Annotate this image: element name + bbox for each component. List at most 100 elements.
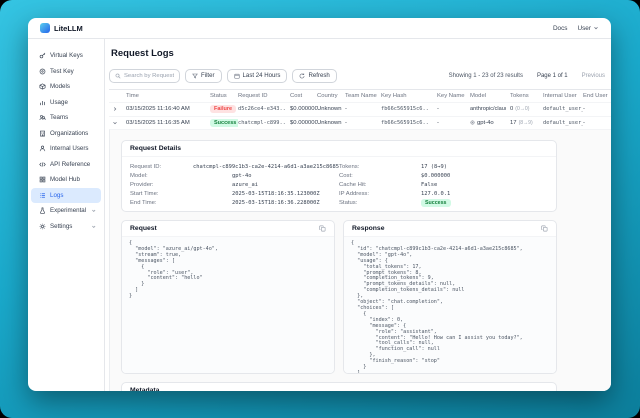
- sidebar-item-logs[interactable]: Logs: [31, 188, 101, 204]
- chevron-down-icon: [91, 208, 97, 214]
- sidebar-item-label: Internal Users: [50, 145, 89, 152]
- key-icon: [39, 52, 46, 59]
- search-icon: [115, 73, 121, 79]
- sidebar-item-settings[interactable]: Settings: [31, 219, 101, 235]
- status-badge: Success: [210, 119, 238, 127]
- sidebar-item-label: Test Key: [50, 68, 74, 75]
- sidebar-item-api-reference[interactable]: API Reference: [31, 157, 101, 173]
- user-icon: [39, 145, 46, 152]
- sidebar: Virtual Keys Test Key Models Usage Teams: [28, 39, 105, 391]
- field-label: Request ID:: [130, 164, 193, 170]
- field-value-cache-hit: False: [421, 182, 437, 188]
- column-header-team-name: Team Name: [345, 93, 381, 99]
- sidebar-item-usage[interactable]: Usage: [31, 95, 101, 111]
- sidebar-item-test-key[interactable]: Test Key: [31, 64, 101, 80]
- response-panel-title: Response: [352, 225, 384, 232]
- cell-cost: $0.000000: [290, 106, 317, 112]
- cell-model: anthropic/claude-...: [470, 106, 506, 112]
- request-panel: Request { "model": "azure_ai/gpt-4o", "s…: [121, 220, 335, 374]
- metadata-title: Metadata: [130, 387, 159, 391]
- copy-icon[interactable]: [541, 225, 548, 232]
- sidebar-item-model-hub[interactable]: Model Hub: [31, 172, 101, 188]
- request-panel-title: Request: [130, 225, 157, 232]
- request-details-card: Request Details Request ID:chatcmpl-c899…: [121, 140, 557, 212]
- user-menu-label: User: [578, 25, 592, 32]
- chevron-down-icon: [91, 224, 97, 230]
- cell-internal-user: default_user_id: [543, 106, 583, 112]
- cell-end-user: -: [583, 120, 611, 126]
- cube-icon: [39, 83, 46, 90]
- model-provider-icon: [470, 120, 475, 125]
- sidebar-item-teams[interactable]: Teams: [31, 110, 101, 126]
- field-label: Cache Hit:: [339, 182, 421, 188]
- bar-chart-icon: [39, 99, 46, 106]
- cell-model: gpt-4o: [477, 120, 494, 126]
- chevron-down-icon: [593, 25, 599, 31]
- sidebar-item-label: Experimental: [50, 207, 86, 214]
- cell-request-id: d5c26ce4-e343..: [238, 106, 290, 112]
- cell-tokens: 0(0→0): [510, 106, 543, 112]
- brand: LiteLLM: [40, 23, 83, 33]
- column-header-tokens: Tokens: [510, 93, 543, 99]
- filter-icon: [192, 73, 198, 79]
- calendar-icon: [234, 73, 240, 79]
- filter-button[interactable]: Filter: [185, 69, 222, 83]
- sidebar-item-organizations[interactable]: Organizations: [31, 126, 101, 142]
- sidebar-item-label: Models: [50, 83, 70, 90]
- field-value-start-time: 2025-03-15T18:16:35.123000Z: [232, 191, 320, 197]
- table-row-expanded[interactable]: 03/15/2025 11:16:35 AM Success chatcmpl-…: [109, 116, 611, 130]
- brand-name: LiteLLM: [54, 24, 83, 33]
- log-controls: Filter Last 24 Hours Refresh Showing 1 -…: [109, 68, 611, 83]
- previous-page-button[interactable]: Previous: [582, 73, 605, 79]
- table-row[interactable]: 03/15/2025 11:16:40 AM Failure d5c26ce4-…: [109, 102, 611, 116]
- column-header-status: Status: [210, 93, 238, 99]
- cell-cost: $0.000000: [290, 120, 317, 126]
- page-indicator: Page 1 of 1: [537, 73, 568, 79]
- field-label: Status:: [339, 200, 421, 206]
- field-value-request-id: chatcmpl-c899c1b3-ca2e-4214-a6d1-a3ae215…: [193, 164, 339, 170]
- gear-icon: [39, 223, 46, 230]
- field-label: Tokens:: [339, 164, 421, 170]
- request-logs-table: Time Status Request ID Cost Country Team…: [109, 89, 611, 129]
- sidebar-item-models[interactable]: Models: [31, 79, 101, 95]
- filter-button-label: Filter: [201, 72, 215, 79]
- search-box[interactable]: [109, 69, 180, 83]
- cell-internal-user: default_user_id: [543, 120, 583, 126]
- cell-key-name: -: [437, 106, 470, 112]
- copy-icon[interactable]: [319, 225, 326, 232]
- sidebar-item-label: Organizations: [50, 130, 88, 137]
- docs-link[interactable]: Docs: [553, 25, 568, 32]
- column-header-request-id: Request ID: [238, 93, 290, 99]
- sidebar-item-experimental[interactable]: Experimental: [31, 203, 101, 219]
- field-value-cost: $0.000000: [421, 173, 450, 179]
- request-json: { "model": "azure_ai/gpt-4o", "stream": …: [122, 237, 334, 373]
- sidebar-item-label: Usage: [50, 99, 68, 106]
- main-content: Request Logs Filter Last 24 Hours: [105, 39, 611, 391]
- search-input[interactable]: [124, 73, 174, 79]
- litellm-app-window: LiteLLM Docs User Virtual Keys Test Ke: [28, 18, 611, 391]
- field-label: Start Time:: [130, 191, 232, 197]
- metadata-card: Metadata: [121, 382, 557, 391]
- page-title: Request Logs: [111, 48, 611, 59]
- expand-row-icon[interactable]: [112, 106, 126, 112]
- column-header-model: Model: [470, 93, 510, 99]
- desktop-background: LiteLLM Docs User Virtual Keys Test Ke: [0, 0, 640, 418]
- field-label: Cost:: [339, 173, 421, 179]
- grid-icon: [39, 176, 46, 183]
- field-value-provider: azure_ai: [232, 182, 258, 188]
- refresh-button[interactable]: Refresh: [292, 69, 336, 83]
- sidebar-item-virtual-keys[interactable]: Virtual Keys: [31, 48, 101, 64]
- teams-icon: [39, 114, 46, 121]
- collapse-row-icon[interactable]: [112, 120, 126, 126]
- cell-end-user: -: [583, 106, 611, 112]
- field-value-tokens: 17 (8→9): [421, 164, 447, 170]
- cell-key-hash: fb66c565915c6..: [381, 120, 437, 126]
- sidebar-item-internal-users[interactable]: Internal Users: [31, 141, 101, 157]
- cell-time: 03/15/2025 11:16:40 AM: [126, 106, 210, 112]
- time-range-button[interactable]: Last 24 Hours: [227, 69, 288, 83]
- user-menu[interactable]: User: [578, 25, 600, 32]
- column-header-end-user: End User: [583, 93, 611, 99]
- test-key-icon: [39, 68, 46, 75]
- column-header-country: Country: [317, 93, 345, 99]
- cell-time: 03/15/2025 11:16:35 AM: [126, 120, 210, 126]
